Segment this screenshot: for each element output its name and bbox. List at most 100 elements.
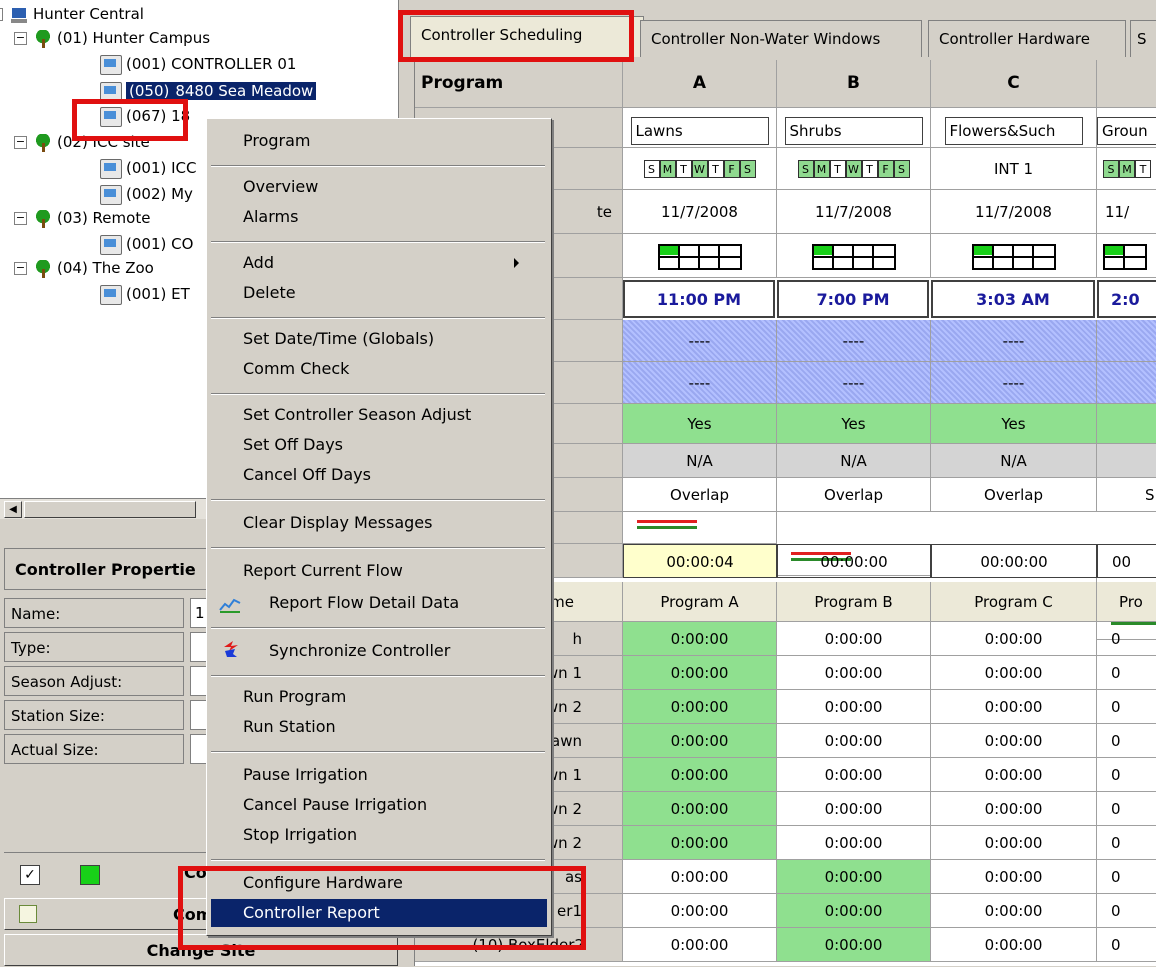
run-time-cell[interactable]: 0 — [1097, 792, 1156, 826]
enabled-a[interactable]: Yes — [623, 404, 777, 444]
day-sat[interactable]: S — [739, 160, 756, 178]
duration-c[interactable]: 00:00:00 — [931, 544, 1097, 578]
menu-item-synchronize[interactable]: Synchronize Controller — [269, 637, 450, 665]
menu-item-delete[interactable]: Delete — [243, 279, 296, 307]
day-fri[interactable]: F — [877, 160, 894, 178]
tree-controller-remote-001[interactable]: (001) CO — [100, 232, 193, 256]
program-c-header[interactable]: Program C — [931, 582, 1097, 622]
tree-site-remote[interactable]: − (03) Remote — [14, 206, 150, 230]
change-site-button[interactable]: Change Site — [4, 934, 398, 966]
menu-item-cancel-off-days[interactable]: Cancel Off Days — [243, 461, 371, 489]
menu-item-add[interactable]: Add — [243, 249, 533, 277]
day-tue[interactable]: T — [675, 160, 692, 178]
run-time-cell[interactable]: 0:00:00 — [623, 656, 777, 690]
run-time-cell[interactable]: 0:00:00 — [777, 792, 931, 826]
overlap-b[interactable]: Overlap — [777, 478, 931, 512]
tree-site-zoo[interactable]: − (04) The Zoo — [14, 256, 154, 280]
run-time-cell[interactable]: 0:00:00 — [623, 622, 777, 656]
run-time-cell[interactable]: 0:00:00 — [931, 758, 1097, 792]
program-name-a[interactable]: Lawns — [630, 117, 769, 145]
day-selector[interactable]: SMTWTFS — [643, 160, 756, 178]
day-sun[interactable]: S — [797, 160, 814, 178]
water-days-b[interactable]: SMTWTFS — [777, 148, 931, 190]
tab-controller-non-water-windows[interactable]: Controller Non-Water Windows — [640, 20, 922, 57]
program-name-d[interactable]: Groun — [1097, 117, 1156, 145]
run-time-cell[interactable]: 0:00:00 — [777, 724, 931, 758]
run-time-cell[interactable]: 0:00:00 — [623, 894, 777, 928]
run-time-cell[interactable]: 0:00:00 — [623, 826, 777, 860]
program-name-b[interactable]: Shrubs — [784, 117, 923, 145]
enabled-b[interactable]: Yes — [777, 404, 931, 444]
start-date-d[interactable]: 11/ — [1097, 190, 1156, 234]
start-time-d[interactable]: 2:0 — [1097, 280, 1156, 318]
program-name-cell[interactable]: Lawns — [623, 108, 777, 148]
day-selector[interactable]: SMTWTFS — [797, 160, 910, 178]
run-time-cell[interactable]: 0 — [1097, 690, 1156, 724]
menu-item-program[interactable]: Program — [243, 127, 311, 155]
tab-controller-hardware[interactable]: Controller Hardware — [928, 20, 1126, 57]
window-cell[interactable]: ---- — [777, 362, 931, 404]
window-cell[interactable]: ---- — [623, 320, 777, 362]
menu-item-season-adjust[interactable]: Set Controller Season Adjust — [243, 401, 471, 429]
menu-item-comm-check[interactable]: Comm Check — [243, 355, 349, 383]
menu-item-set-date-time[interactable]: Set Date/Time (Globals) — [243, 325, 434, 353]
tree-root[interactable]: - Hunter Central — [0, 2, 144, 26]
run-time-cell[interactable]: 0:00:00 — [931, 928, 1097, 962]
duration-d[interactable]: 00 — [1097, 544, 1156, 578]
day-wed[interactable]: W — [845, 160, 862, 178]
run-time-cell[interactable]: 0:00:00 — [931, 724, 1097, 758]
na-a[interactable]: N/A — [623, 444, 777, 478]
run-time-cell[interactable]: 0:00:00 — [777, 928, 931, 962]
collapse-icon[interactable]: − — [14, 262, 27, 275]
collapse-icon[interactable]: − — [14, 136, 27, 149]
run-time-cell[interactable]: 0:00:00 — [777, 622, 931, 656]
menu-item-overview[interactable]: Overview — [243, 173, 318, 201]
run-time-cell[interactable]: 0 — [1097, 758, 1156, 792]
water-days-d[interactable]: SMT — [1097, 148, 1156, 190]
day-thu[interactable]: T — [861, 160, 878, 178]
start-times-grid-d[interactable] — [1097, 234, 1156, 278]
tree-site-hunter-campus[interactable]: − (01) Hunter Campus — [14, 26, 210, 50]
run-time-cell[interactable]: 0 — [1097, 894, 1156, 928]
run-time-cell[interactable]: 0:00:00 — [931, 860, 1097, 894]
program-a-header[interactable]: Program A — [623, 582, 777, 622]
run-time-cell[interactable]: 0:00:00 — [777, 860, 931, 894]
day-thu[interactable]: T — [707, 160, 724, 178]
day-wed[interactable]: W — [691, 160, 708, 178]
start-date-a[interactable]: 11/7/2008 — [623, 190, 777, 234]
window-cell[interactable] — [1097, 362, 1156, 404]
run-time-cell[interactable]: 0:00:00 — [777, 656, 931, 690]
program-name-cell[interactable]: Groun — [1097, 108, 1156, 148]
start-time-b[interactable]: 7:00 PM — [777, 280, 929, 318]
menu-item-configure-hardware[interactable]: Configure Hardware — [243, 869, 403, 897]
run-time-cell[interactable]: 0:00:00 — [777, 690, 931, 724]
window-cell[interactable]: ---- — [777, 320, 931, 362]
program-name-c[interactable]: Flowers&Such — [944, 117, 1083, 145]
start-times-grid-b[interactable] — [777, 234, 931, 278]
menu-item-run-program[interactable]: Run Program — [243, 683, 346, 711]
scroll-thumb[interactable] — [24, 501, 196, 518]
water-days-c[interactable]: INT 1 — [931, 148, 1097, 190]
na-d[interactable] — [1097, 444, 1156, 478]
run-time-cell[interactable]: 0:00:00 — [777, 826, 931, 860]
run-time-cell[interactable]: 0:00:00 — [931, 792, 1097, 826]
day-fri[interactable]: F — [723, 160, 740, 178]
collapse-icon[interactable]: − — [14, 32, 27, 45]
run-time-cell[interactable]: 0:00:00 — [931, 826, 1097, 860]
start-time-a[interactable]: 11:00 PM — [623, 280, 775, 318]
run-time-cell[interactable]: 0 — [1097, 724, 1156, 758]
tab-more[interactable]: S — [1130, 20, 1156, 57]
enabled-d[interactable] — [1097, 404, 1156, 444]
window-cell[interactable]: ---- — [623, 362, 777, 404]
duration-b[interactable]: 00:00:00 — [777, 544, 931, 578]
menu-item-cancel-pause[interactable]: Cancel Pause Irrigation — [243, 791, 427, 819]
window-cell[interactable]: ---- — [931, 320, 1097, 362]
run-time-cell[interactable]: 0:00:00 — [931, 656, 1097, 690]
start-time-c[interactable]: 3:03 AM — [931, 280, 1095, 318]
day-mon[interactable]: M — [813, 160, 830, 178]
overlap-c[interactable]: Overlap — [931, 478, 1097, 512]
duration-a[interactable]: 00:00:04 — [623, 544, 777, 578]
start-times-grid-a[interactable] — [623, 234, 777, 278]
scroll-left-icon[interactable]: ◀ — [4, 501, 22, 518]
overlap-d[interactable]: S — [1097, 478, 1156, 512]
